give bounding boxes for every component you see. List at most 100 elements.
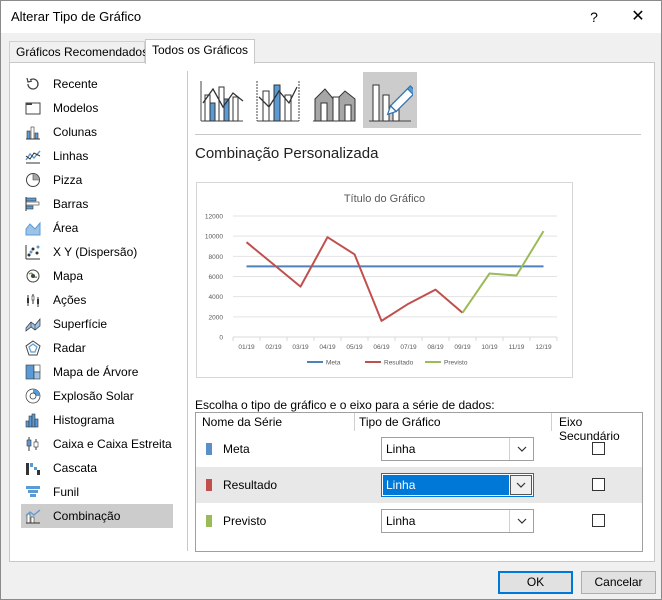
column-line-secondary-axis-option[interactable]: [251, 72, 305, 128]
sidebar-item-pie-chart[interactable]: Pizza: [21, 168, 173, 192]
chart-type-dropdown[interactable]: Linha: [381, 473, 534, 497]
sidebar-item-label: Cascata: [53, 461, 98, 475]
histogram-chart-icon: [25, 412, 41, 428]
ok-button[interactable]: OK: [498, 571, 573, 594]
sidebar-item-label: Área: [53, 221, 79, 235]
chart-type-dropdown[interactable]: Linha: [381, 509, 534, 533]
series-grid: Nome da Série Tipo de Gráfico Eixo Secun…: [195, 412, 643, 552]
series-row: Resultado Linha: [196, 467, 642, 503]
sidebar-item-treemap-chart[interactable]: Mapa de Árvore: [21, 360, 173, 384]
column-chart-icon: [25, 124, 41, 140]
x-tick-label: 04/19: [319, 344, 336, 351]
funnel-chart-icon: [25, 484, 41, 500]
sidebar-item-radar-chart[interactable]: Radar: [21, 336, 173, 360]
clustered-column-line-icon: [200, 81, 244, 122]
x-tick-label: 02/19: [265, 344, 282, 351]
line-chart-icon: [25, 148, 41, 164]
chevron-down-icon[interactable]: [510, 475, 532, 495]
help-button[interactable]: ?: [571, 1, 617, 33]
box-whisker-chart-icon: [25, 436, 41, 452]
sidebar-item-histogram-chart[interactable]: Histograma: [21, 408, 173, 432]
sidebar-item-box-whisker-chart[interactable]: Caixa e Caixa Estreita: [21, 432, 173, 456]
sidebar-item-label: Mapa de Árvore: [53, 365, 139, 379]
waterfall-chart-icon: [25, 460, 41, 476]
series-color-swatch: [206, 443, 212, 455]
y-tick-label: 0: [219, 335, 223, 342]
pie-chart-icon: [25, 172, 41, 188]
y-tick-label: 12000: [205, 214, 223, 221]
stacked-area-column-option[interactable]: [307, 72, 361, 128]
secondary-axis-checkbox[interactable]: [592, 478, 605, 491]
legend-label: Resultado: [384, 360, 414, 367]
treemap-chart-icon: [25, 364, 41, 380]
bar-chart-icon: [25, 196, 41, 212]
y-tick-label: 10000: [205, 234, 223, 241]
col-separator: [551, 413, 552, 431]
chevron-down-icon[interactable]: [509, 438, 533, 460]
sidebar-item-label: Histograma: [53, 413, 115, 427]
column-line-secondary-axis-icon: [256, 81, 300, 122]
sidebar-item-folder[interactable]: Modelos: [21, 96, 173, 120]
x-tick-label: 08/19: [427, 344, 444, 351]
scatter-chart-icon: [25, 244, 41, 260]
chart-preview: Título do Gráfico 0 2000 4000 6000 8000 10000 1…: [196, 182, 573, 378]
sidebar-item-map-chart[interactable]: Mapa: [21, 264, 173, 288]
sidebar-item-stock-chart[interactable]: Ações: [21, 288, 173, 312]
secondary-axis-checkbox[interactable]: [592, 442, 605, 455]
change-chart-type-dialog: Alterar Tipo de Gráfico ? ✕ Gráficos Rec…: [0, 0, 662, 600]
sidebar-item-label: Ações: [53, 293, 87, 307]
clustered-column-line-option[interactable]: [195, 72, 249, 128]
sidebar-item-line-chart[interactable]: Linhas: [21, 144, 173, 168]
sidebar-item-combo-chart[interactable]: Combinação: [21, 504, 173, 528]
chevron-down-icon[interactable]: [509, 510, 533, 532]
chart-category-list: Recente Modelos Colunas Linhas Pizza Barras Ár…: [21, 72, 173, 528]
sidebar-item-surface-chart[interactable]: Superfície: [21, 312, 173, 336]
stock-chart-icon: [25, 292, 41, 308]
sidebar-item-label: Funil: [53, 485, 80, 499]
sidebar-item-column-chart[interactable]: Colunas: [21, 120, 173, 144]
cancel-button[interactable]: Cancelar: [581, 571, 656, 594]
sidebar-item-funnel-chart[interactable]: Funil: [21, 480, 173, 504]
secondary-axis-checkbox[interactable]: [592, 514, 605, 527]
custom-combination-pencil-icon: [369, 84, 413, 122]
series-name: Meta: [223, 442, 250, 456]
sidebar-item-label: Modelos: [53, 101, 99, 115]
sidebar-item-label: Explosão Solar: [53, 389, 134, 403]
sidebar-item-area-chart[interactable]: Área: [21, 216, 173, 240]
x-tick-label: 09/19: [454, 344, 471, 351]
chart-type-value: Linha: [386, 442, 416, 456]
x-tick-label: 10/19: [481, 344, 498, 351]
series-row: Meta Linha: [196, 431, 642, 467]
series-line-previsto: [461, 230, 545, 314]
folder-icon: [25, 100, 41, 116]
custom-combination-option[interactable]: [363, 72, 417, 128]
combo-heading: Combinação Personalizada: [195, 145, 379, 162]
stacked-area-column-icon: [313, 88, 356, 122]
sidebar-item-label: Barras: [53, 197, 89, 211]
sidebar-item-sunburst-chart[interactable]: Explosão Solar: [21, 384, 173, 408]
sidebar-item-label: Radar: [53, 341, 86, 355]
sidebar-item-scatter-chart[interactable]: X Y (Dispersão): [21, 240, 173, 264]
sidebar-item-label: Colunas: [53, 125, 98, 139]
chart-type-dropdown[interactable]: Linha: [381, 437, 534, 461]
recent-icon: [25, 76, 41, 92]
sidebar-item-label: Linhas: [53, 149, 89, 163]
combo-chart-icon: [25, 508, 41, 524]
chart-title: Título do Gráfico: [344, 193, 425, 205]
x-tick-label: 03/19: [292, 344, 309, 351]
tab-recommended-charts[interactable]: Gráficos Recomendados: [9, 41, 148, 63]
sidebar-item-recent[interactable]: Recente: [21, 72, 173, 96]
title-bar: Alterar Tipo de Gráfico ? ✕: [1, 1, 661, 33]
series-name: Previsto: [223, 514, 267, 528]
sidebar-item-label: Superfície: [53, 317, 108, 331]
sidebar-item-label: Mapa: [53, 269, 84, 283]
x-tick-label: 11/19: [509, 344, 525, 351]
tab-panel: Recente Modelos Colunas Linhas Pizza Barras Ár…: [9, 62, 655, 562]
sidebar-item-label: X Y (Dispersão): [53, 245, 138, 259]
legend-label: Previsto: [444, 360, 468, 367]
series-color-swatch: [206, 515, 212, 527]
tab-all-charts[interactable]: Todos os Gráficos: [145, 39, 255, 64]
sidebar-item-bar-chart[interactable]: Barras: [21, 192, 173, 216]
close-button[interactable]: ✕: [615, 1, 661, 33]
sidebar-item-waterfall-chart[interactable]: Cascata: [21, 456, 173, 480]
